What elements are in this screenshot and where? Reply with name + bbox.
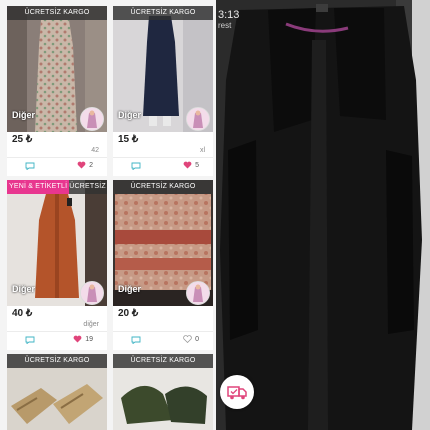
like-button[interactable]: 2 xyxy=(77,161,93,169)
seller-avatar[interactable] xyxy=(80,107,104,131)
listing-price: 15 ₺ xyxy=(118,134,139,145)
size-label: xl xyxy=(199,147,205,154)
seller-avatar[interactable] xyxy=(186,107,210,131)
new-with-tags-badge: YENİ & ETİKETLİ xyxy=(7,180,70,194)
free-shipping-ribbon: ÜCRETSİZ KARGO xyxy=(7,6,107,20)
seller-avatar[interactable] xyxy=(186,281,210,305)
listing-price: 20 ₺ xyxy=(118,308,139,319)
heart-icon xyxy=(77,161,86,169)
category-label: Diğer xyxy=(118,110,142,120)
free-shipping-ribbon: ÜCRETSİZ KARGO xyxy=(113,6,213,20)
listing-price: 40 ₺ xyxy=(12,308,33,319)
divider xyxy=(7,331,107,332)
listing-grid: ÜCRETSİZ KARGO Diğer 25 ₺ 42 2 ÜCRETSİZ … xyxy=(0,0,216,430)
seller-avatar[interactable] xyxy=(80,281,104,305)
comment-bubble-icon[interactable] xyxy=(25,336,35,344)
divider xyxy=(7,157,107,158)
listing-card[interactable]: ÜCRETSİZ KARGO Diğer 15 ₺ xl 5 xyxy=(113,6,213,176)
product-photo xyxy=(216,0,430,430)
like-button[interactable]: 5 xyxy=(183,161,199,169)
listing-card[interactable]: ÜCRETSİZ KARGO xyxy=(113,354,213,430)
divider xyxy=(113,157,213,158)
listing-price: 25 ₺ xyxy=(12,134,33,145)
listing-card[interactable]: YENİ & ETİKETLİ ÜCRETSİZ KARGO Diğer 40 … xyxy=(7,180,107,350)
size-label: 42 xyxy=(91,147,99,154)
free-shipping-ribbon: ÜCRETSİZ KARGO xyxy=(7,354,107,368)
like-button[interactable]: 0 xyxy=(183,335,199,343)
listing-card[interactable]: ÜCRETSİZ KARGO xyxy=(7,354,107,430)
category-label: Diğer xyxy=(12,110,36,120)
free-shipping-button[interactable] xyxy=(220,375,254,409)
status-carrier: rest xyxy=(218,21,232,30)
comment-bubble-icon[interactable] xyxy=(131,162,141,170)
status-time: 3:13 xyxy=(218,9,240,21)
heart-icon xyxy=(73,335,82,343)
heart-icon xyxy=(183,161,192,169)
like-button[interactable]: 19 xyxy=(73,335,93,343)
heart-outline-icon xyxy=(183,335,192,343)
listing-ribbon: YENİ & ETİKETLİ ÜCRETSİZ KARGO xyxy=(7,180,107,194)
listing-card[interactable]: ÜCRETSİZ KARGO Diğer 20 ₺ 0 xyxy=(113,180,213,350)
listing-card[interactable]: ÜCRETSİZ KARGO Diğer 25 ₺ 42 2 xyxy=(7,6,107,176)
category-label: Diğer xyxy=(118,284,142,294)
comment-bubble-icon[interactable] xyxy=(131,336,141,344)
comment-bubble-icon[interactable] xyxy=(25,162,35,170)
like-count: 0 xyxy=(195,335,199,343)
free-shipping-ribbon: ÜCRETSİZ KARGO xyxy=(69,183,107,190)
category-label: Diğer xyxy=(12,284,36,294)
size-label: diğer xyxy=(83,321,99,328)
like-count: 19 xyxy=(85,335,93,343)
like-count: 5 xyxy=(195,161,199,169)
free-shipping-ribbon: ÜCRETSİZ KARGO xyxy=(113,180,213,194)
free-shipping-truck-icon xyxy=(227,386,247,400)
free-shipping-ribbon: ÜCRETSİZ KARGO xyxy=(113,354,213,368)
like-count: 2 xyxy=(89,161,93,169)
product-photo-panel: 3:13 rest xyxy=(216,0,430,430)
divider xyxy=(113,331,213,332)
